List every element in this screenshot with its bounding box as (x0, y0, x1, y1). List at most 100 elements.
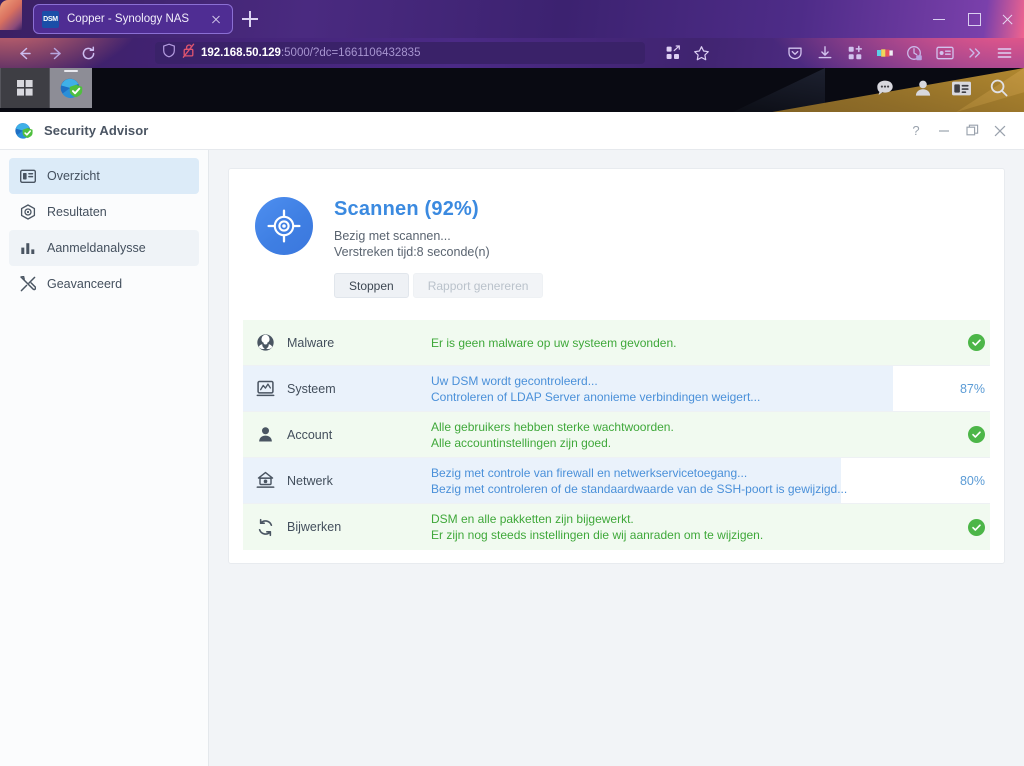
sidebar-item-label: Overzicht (47, 169, 100, 183)
row-message: Alle accountinstellingen zijn goed. (431, 435, 612, 450)
stop-button[interactable]: Stoppen (334, 273, 409, 298)
scan-title: Scannen (92%) (334, 198, 479, 220)
new-tab-button[interactable] (240, 9, 260, 29)
window-controls: ? (902, 112, 1024, 150)
notifications-icon[interactable] (874, 77, 896, 99)
security-advisor-window: Security Advisor ? Overzicht Resultaten … (0, 112, 1024, 766)
widgets-icon[interactable] (950, 77, 972, 99)
results-list: Malware Er is geen malware op uw systeem … (229, 320, 1004, 563)
sidebar-item-label: Geavanceerd (47, 277, 123, 291)
help-button[interactable]: ? (902, 112, 930, 150)
result-row[interactable]: Malware Er is geen malware op uw systeem … (243, 320, 990, 366)
row-message: DSM en alle pakketten zijn bijgewerkt. (431, 512, 634, 526)
row-category-label: Systeem (287, 381, 336, 396)
grid-menu-icon[interactable] (1, 68, 49, 108)
lock-broken-icon[interactable] (182, 43, 195, 63)
browser-toolbar-actions (781, 42, 1018, 64)
sidebar-item-resultaten[interactable]: Resultaten (9, 194, 199, 230)
row-messages: Alle gebruikers hebben sterke wachtwoord… (431, 419, 938, 451)
scan-card: Scannen (92%) Bezig met scannen... Verst… (228, 168, 1005, 564)
overview-icon (20, 168, 36, 184)
back-arrow-icon[interactable] (8, 38, 40, 68)
row-message: Bezig met controle van firewall en netwe… (431, 465, 748, 480)
url-bar[interactable]: 192.168.50.129:5000/?dc=1661106432835 (155, 42, 645, 64)
pocket-icon[interactable] (781, 42, 808, 64)
reload-icon[interactable] (72, 38, 104, 68)
color-palette-icon[interactable] (871, 42, 898, 64)
hamburger-menu-icon[interactable] (991, 42, 1018, 64)
bookmark-star-icon[interactable] (688, 42, 714, 64)
scan-target-icon (255, 197, 313, 255)
row-message: Bezig met controleren of de standaardwaa… (431, 481, 848, 496)
browser-maximize-button[interactable] (956, 0, 990, 38)
row-status: 87% (938, 382, 990, 396)
row-status: 80% (938, 474, 990, 488)
sidebar: Overzicht Resultaten Aanmeldanalysse Gea… (0, 150, 209, 766)
row-messages: Uw DSM wordt gecontroleerd... Controleren… (431, 373, 938, 405)
search-icon[interactable] (988, 77, 1010, 99)
security-advisor-icon (14, 121, 34, 141)
taskbar-app-security-advisor[interactable] (50, 68, 92, 108)
biohazard-icon (243, 333, 287, 352)
user-icon (243, 425, 287, 444)
browser-minimize-button[interactable] (922, 0, 956, 38)
window-titlebar: Security Advisor ? (0, 112, 1024, 150)
sidebar-item-overzicht[interactable]: Overzicht (9, 158, 199, 194)
row-messages: Bezig met controle van firewall en netwe… (431, 465, 938, 497)
result-row[interactable]: Bijwerken DSM en alle pakketten zijn bijg… (243, 504, 990, 550)
row-category-label: Malware (287, 335, 335, 350)
url-host: 192.168.50.129 (201, 47, 281, 59)
check-circle-icon (968, 518, 985, 536)
router-icon (243, 471, 287, 490)
sidebar-item-label: Aanmeldanalysse (47, 241, 146, 255)
bar-chart-icon (20, 240, 36, 256)
container-tab-icon[interactable] (901, 42, 928, 64)
main-content: Scannen (92%) Bezig met scannen... Verst… (209, 150, 1024, 766)
extensions-icon[interactable] (660, 42, 686, 64)
result-row[interactable]: Systeem Uw DSM wordt gecontroleerd... Cont… (243, 366, 990, 412)
tab-close-icon[interactable] (208, 11, 224, 27)
browser-tab[interactable]: DSM Copper - Synology NAS (33, 4, 233, 34)
sidebar-item-geavanceerd[interactable]: Geavanceerd (9, 266, 199, 302)
url-bar-actions (660, 42, 714, 64)
row-messages: Er is geen malware op uw systeem gevonde… (431, 335, 938, 351)
window-maximize-button[interactable] (958, 112, 986, 150)
downloads-icon[interactable] (811, 42, 838, 64)
row-percent-label: 80% (959, 473, 985, 488)
result-row[interactable]: Netwerk Bezig met controle van firewall e… (243, 458, 990, 504)
window-minimize-button[interactable] (930, 112, 958, 150)
sidebar-item-label: Resultaten (47, 205, 107, 219)
user-icon[interactable] (912, 77, 934, 99)
row-status (938, 426, 990, 443)
tab-title: Copper - Synology NAS (67, 13, 190, 25)
dsm-taskbar-left (0, 68, 92, 108)
forward-arrow-icon[interactable] (40, 38, 72, 68)
tab-favicon-dsm: DSM (42, 10, 59, 28)
row-percent-label: 87% (959, 381, 985, 396)
row-message: Alle gebruikers hebben sterke wachtwoord… (431, 419, 674, 434)
result-row[interactable]: Account Alle gebruikers hebben sterke wac… (243, 412, 990, 458)
window-close-button[interactable] (986, 112, 1014, 150)
row-message: Uw DSM wordt gecontroleerd... (431, 373, 598, 388)
url-text: 192.168.50.129:5000/?dc=1661106432835 (201, 47, 420, 59)
row-messages: DSM en alle pakketten zijn bijgewerkt. Er… (431, 511, 938, 543)
monitor-chart-icon (243, 379, 287, 398)
extensions-puzzle-icon[interactable] (841, 42, 868, 64)
overflow-chevrons-icon[interactable] (961, 42, 988, 64)
generate-report-button: Rapport genereren (412, 273, 544, 298)
dsm-taskbar-tray (874, 68, 1024, 108)
browser-close-button[interactable] (990, 0, 1024, 38)
url-path: :5000/?dc=1661106432835 (280, 47, 421, 59)
row-message: Er zijn nog steeds instellingen die wij … (431, 528, 764, 542)
browser-titlebar: DSM Copper - Synology NAS (0, 0, 1024, 38)
check-circle-icon (968, 426, 985, 443)
shield-icon[interactable] (162, 43, 176, 63)
dsm-taskbar (0, 68, 1024, 108)
scan-status-line: Bezig met scannen... (334, 229, 451, 243)
browser-chrome: DSM Copper - Synology NAS 192.168.50.129… (0, 0, 1024, 68)
account-card-icon[interactable] (931, 42, 958, 64)
scan-header: Scannen (92%) Bezig met scannen... Verst… (229, 169, 1004, 320)
dsm-desktop: Security Advisor ? Overzicht Resultaten … (0, 68, 1024, 766)
refresh-icon (243, 518, 287, 537)
sidebar-item-aanmeldanalysse[interactable]: Aanmeldanalysse (9, 230, 199, 266)
